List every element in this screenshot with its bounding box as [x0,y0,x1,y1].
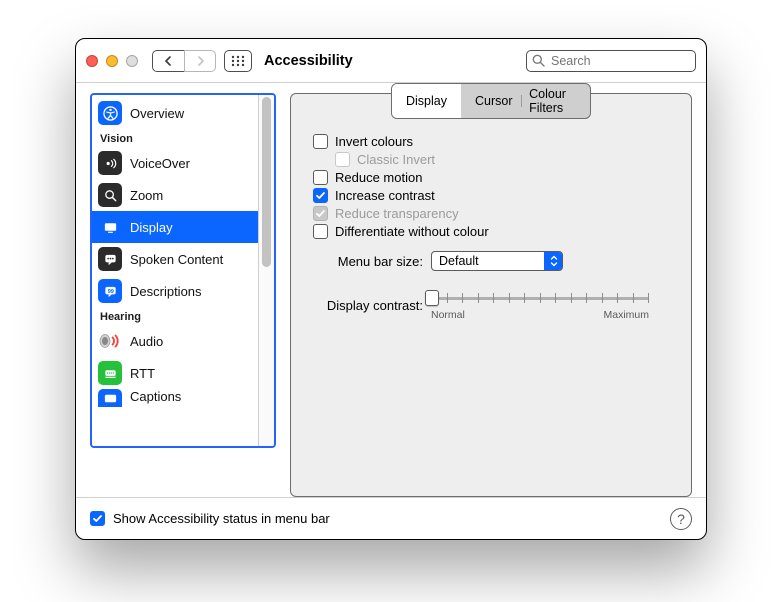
popup-arrows-icon [544,252,562,270]
nav-buttons [152,50,216,72]
checkbox-checked-icon [313,188,328,203]
slider-wrap: Normal Maximum [431,289,673,321]
slider-labels: Normal Maximum [431,309,649,321]
help-icon: ? [677,511,685,527]
sidebar-item-label: Zoom [130,188,163,203]
spoken-content-icon [98,247,122,271]
display-contrast-label: Display contrast: [315,298,423,313]
zoom-window-button[interactable] [126,55,138,67]
menu-bar-size-popup[interactable]: Default [431,251,563,271]
menu-bar-size-label: Menu bar size: [315,254,423,269]
accessibility-window: Accessibility Overview Vision [75,38,707,540]
back-button[interactable] [152,50,184,72]
forward-button[interactable] [184,50,216,72]
checkbox-label: Reduce motion [335,170,422,185]
close-window-button[interactable] [86,55,98,67]
tab-display[interactable]: Display [392,84,461,118]
sidebar-item-descriptions[interactable]: 99 Descriptions [92,275,258,307]
sidebar-item-captions[interactable]: Captions [92,389,258,411]
sidebar-item-label: Overview [130,106,184,121]
sidebar-item-label: Descriptions [130,284,202,299]
chevron-right-icon [196,56,205,66]
checkbox-icon [313,170,328,185]
sidebar-heading-vision: Vision [92,129,258,147]
footer-label: Show Accessibility status in menu bar [113,511,330,526]
checkbox-show-status[interactable] [90,511,105,526]
zoom-icon [98,183,122,207]
tab-label: Display [406,94,447,108]
checkbox-reduce-transparency: Reduce transparency [313,206,673,221]
sidebar-item-label: Captions [130,389,181,404]
captions-icon [98,389,122,407]
tab-label: Cursor [475,94,513,108]
checkbox-reduce-motion[interactable]: Reduce motion [313,170,673,185]
scrollbar-thumb[interactable] [262,97,271,267]
sidebar-item-label: Display [130,220,173,235]
checkbox-icon [313,224,328,239]
sidebar-item-voiceover[interactable]: VoiceOver [92,147,258,179]
sidebar-item-label: VoiceOver [130,156,190,171]
sidebar-item-label: RTT [130,366,155,381]
sidebar-heading-hearing: Hearing [92,307,258,325]
search-icon [532,54,545,67]
checkbox-label: Reduce transparency [335,206,459,221]
sidebar-list: Overview Vision VoiceOver Zoom [92,95,258,446]
checkbox-differentiate-colour[interactable]: Differentiate without colour [313,224,673,239]
sidebar-item-spoken-content[interactable]: Spoken Content [92,243,258,275]
checkbox-label: Classic Invert [357,152,435,167]
sidebar: Overview Vision VoiceOver Zoom [90,93,276,448]
checkbox-label: Increase contrast [335,188,435,203]
checkbox-label: Differentiate without colour [335,224,489,239]
display-icon [98,215,122,239]
window-title: Accessibility [264,53,353,69]
sidebar-item-label: Audio [130,334,163,349]
window-controls [86,55,138,67]
tab-segment: Display Cursor Colour Filters [391,83,591,119]
descriptions-icon: 99 [98,279,122,303]
rtt-icon [98,361,122,385]
display-contrast-slider[interactable] [431,289,649,307]
display-settings-panel: Display CursorColour Filters Invert colo… [290,93,692,497]
sidebar-item-label: Spoken Content [130,252,223,267]
tab-cursor[interactable]: Cursor Colour Filters [461,84,590,118]
minimize-window-button[interactable] [106,55,118,67]
voiceover-icon [98,151,122,175]
checkbox-checked-icon [313,206,328,221]
checkbox-label: Invert colours [335,134,413,149]
footer: Show Accessibility status in menu bar ? [76,497,706,539]
checkbox-invert-colours[interactable]: Invert colours [313,134,673,149]
accessibility-icon [98,101,122,125]
checkbox-increase-contrast[interactable]: Increase contrast [313,188,673,203]
sidebar-scrollbar[interactable] [258,95,274,446]
grid-icon [231,55,245,67]
sidebar-item-zoom[interactable]: Zoom [92,179,258,211]
svg-text:99: 99 [107,288,113,294]
slider-max-label: Maximum [603,309,649,321]
sidebar-item-audio[interactable]: Audio [92,325,258,357]
sidebar-item-display[interactable]: Display [92,211,258,243]
content-area: Overview Vision VoiceOver Zoom [76,83,706,497]
show-all-button[interactable] [224,50,252,72]
sidebar-item-overview[interactable]: Overview [92,97,258,129]
menu-bar-size-row: Menu bar size: Default [315,251,673,271]
checkbox-icon [313,134,328,149]
slider-thumb[interactable] [425,290,439,306]
search-input[interactable] [526,50,696,72]
popup-value: Default [439,254,479,268]
sidebar-item-rtt[interactable]: RTT [92,357,258,389]
titlebar: Accessibility [76,39,706,83]
slider-min-label: Normal [431,309,465,321]
search-field-wrap [526,50,696,72]
checkbox-group: Invert colours Classic Invert Reduce mot… [313,134,673,239]
help-button[interactable]: ? [670,508,692,530]
checkbox-classic-invert: Classic Invert [335,152,673,167]
display-contrast-row: Display contrast: Normal Maximum [315,289,673,321]
audio-icon [98,329,122,353]
checkbox-icon [335,152,350,167]
chevron-left-icon [164,56,173,66]
tab-label: Colour Filters [529,87,576,115]
